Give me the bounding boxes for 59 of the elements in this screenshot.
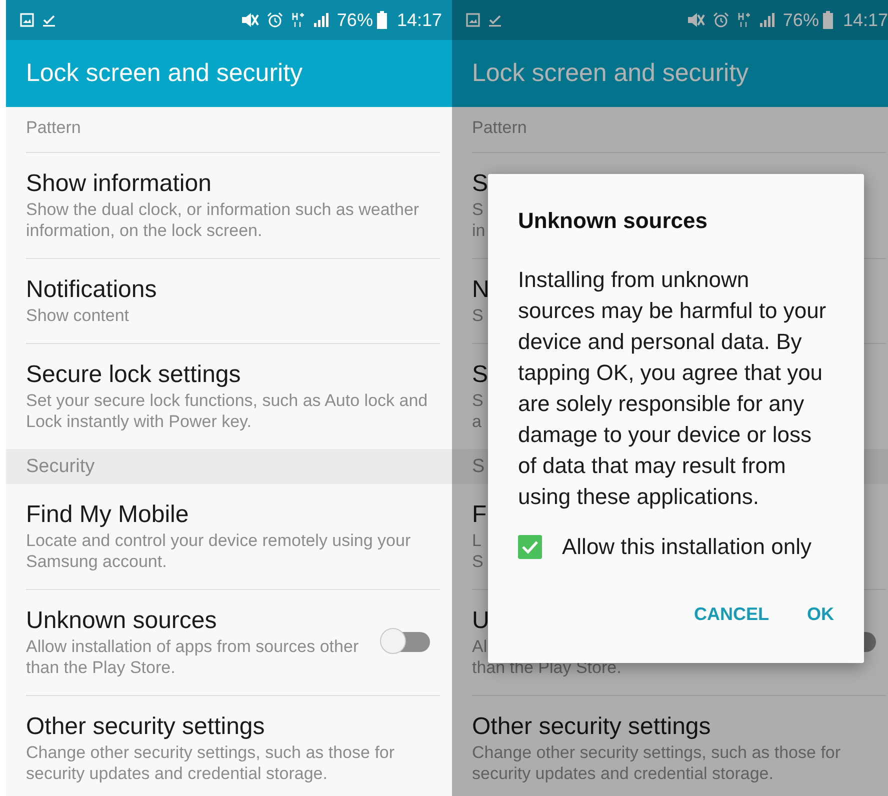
network-icon bbox=[736, 12, 751, 28]
setting-description: Change other security settings, such as those for security updates and credential storage. bbox=[26, 742, 396, 784]
setting-title: Secure lock settings bbox=[26, 360, 241, 390]
image-icon bbox=[466, 13, 480, 27]
list-item[interactable]: Show information Show the dual clock, or information such as weather information, on the lock screen. bbox=[26, 153, 440, 259]
setting-title: N bbox=[472, 275, 490, 305]
setting-description: S in bbox=[472, 199, 486, 241]
battery-percent: 76% bbox=[336, 10, 373, 30]
battery-percent: 76% bbox=[782, 10, 819, 30]
setting-title: U bbox=[472, 606, 490, 636]
setting-description: Show the dual clock, or information such as weather information, on the lock screen. bbox=[26, 199, 420, 241]
setting-description: Change other security settings, such as those for security updates and credential storage. bbox=[472, 742, 842, 784]
checkbox-row[interactable]: Allow this installation only bbox=[518, 534, 834, 560]
setting-description: S bbox=[472, 305, 484, 326]
setting-description: Allow installation of apps from sources other than the Play Store. bbox=[26, 636, 360, 678]
checkbox[interactable] bbox=[518, 535, 542, 559]
screen-title: Lock screen and security bbox=[26, 59, 303, 88]
clock-time: 14:17 bbox=[396, 10, 442, 30]
setting-title: Other security settings bbox=[472, 712, 711, 742]
checkbox-label: Allow this installation only bbox=[562, 534, 812, 560]
setting-title: S bbox=[472, 360, 488, 390]
setting-title: F bbox=[472, 500, 487, 530]
signal-icon bbox=[758, 12, 775, 28]
setting-value: Pattern bbox=[472, 117, 527, 138]
setting-title: Notifications bbox=[26, 275, 157, 305]
setting-title: S bbox=[472, 169, 488, 199]
list-item[interactable]: Find My Mobile Locate and control your device remotely using your Samsung account. bbox=[26, 484, 440, 590]
setting-title: Show information bbox=[26, 169, 212, 199]
setting-description: Set your secure lock functions, such as Auto lock and Lock instantly with Power key. bbox=[26, 390, 429, 432]
setting-title: Find My Mobile bbox=[26, 500, 189, 530]
setting-title: Other security settings bbox=[26, 712, 265, 742]
image-icon bbox=[20, 13, 34, 27]
battery-icon bbox=[822, 11, 833, 29]
battery-icon bbox=[376, 11, 387, 29]
alarm-icon bbox=[266, 12, 283, 28]
alarm-icon bbox=[712, 12, 729, 28]
setting-title: Unknown sources bbox=[26, 606, 217, 636]
setting-description: Show content bbox=[26, 305, 130, 326]
mute-icon bbox=[240, 12, 259, 28]
download-done-icon bbox=[42, 13, 56, 27]
setting-value: Pattern bbox=[26, 117, 81, 138]
setting-description: S a bbox=[472, 390, 484, 432]
section-title: Security bbox=[26, 456, 95, 478]
list-item[interactable]: Notifications Show content bbox=[26, 259, 440, 344]
signal-icon bbox=[312, 12, 329, 28]
clock-time: 14:17 bbox=[842, 10, 888, 30]
download-done-icon bbox=[488, 13, 502, 27]
setting-description: Locate and control your device remotely using your Samsung account. bbox=[26, 530, 412, 572]
screen-title: Lock screen and security bbox=[472, 59, 749, 88]
setting-description: L S bbox=[472, 530, 484, 572]
list-item[interactable]: Other security settings Change other security settings, such as those for security updates and credential storage. bbox=[472, 696, 886, 796]
dialog-title: Unknown sources bbox=[518, 208, 708, 234]
list-item[interactable]: Other security settings Change other security settings, such as those for security updates and credential storage. bbox=[26, 696, 440, 796]
network-icon bbox=[290, 12, 305, 28]
dialog-message: Installing from unknown sources may be harmful to your device and personal data. By tapping OK, you agree that you are solely responsible for any damage to your device or loss of data that may result from using these applications. bbox=[518, 266, 828, 511]
mute-icon bbox=[686, 12, 705, 28]
section-title: S bbox=[472, 456, 485, 478]
list-item[interactable]: Unknown sources Allow installation of apps from sources other than the Play Store. bbox=[26, 590, 440, 696]
list-item[interactable]: Secure lock settings Set your secure lock functions, such as Auto lock and Lock instantly with Power key. bbox=[26, 344, 440, 449]
